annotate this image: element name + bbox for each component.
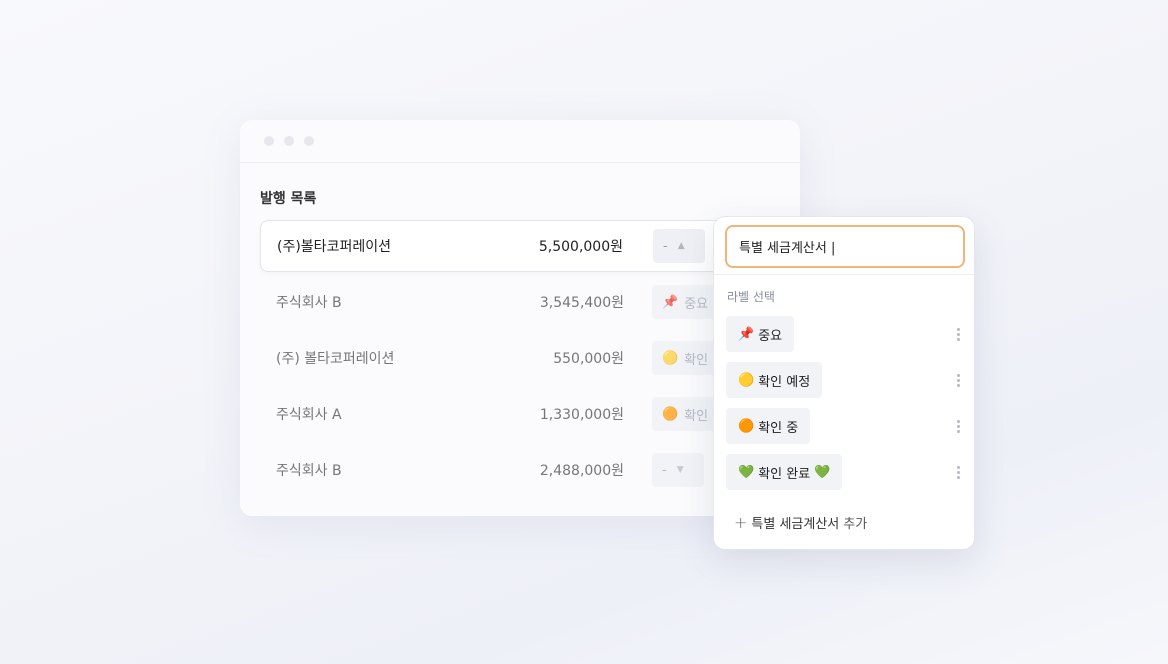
- label-chip-important[interactable]: 📌 중요: [726, 316, 795, 352]
- table-row[interactable]: 주식회사 B 2,488,000원 - ▼: [260, 444, 780, 496]
- table-row[interactable]: 주식회사 A 1,330,000원 🟠 확인 중: [260, 388, 780, 440]
- yellow-circle-icon: 🟡: [662, 350, 679, 366]
- label-chip-scheduled[interactable]: 🟡 확인 예정: [726, 362, 823, 398]
- window-dot-icon: [264, 136, 274, 146]
- company-name: 주식회사 B: [276, 463, 342, 479]
- table-row[interactable]: (주)볼타코퍼레이션 5,500,000원 - ▲: [260, 220, 780, 272]
- label-search-input[interactable]: [725, 225, 965, 268]
- label-option[interactable]: 🟡 확인 예정: [726, 362, 966, 398]
- orange-circle-icon: 🟠: [738, 418, 755, 434]
- label-option[interactable]: 💚 확인 완료 💚: [726, 454, 966, 490]
- label-option-text: 확인 중: [758, 420, 799, 436]
- label-text: -: [662, 462, 667, 478]
- label-select[interactable]: - ▲: [653, 229, 705, 263]
- green-heart-icon: 💚: [814, 464, 831, 480]
- window-titlebar: [240, 120, 800, 163]
- company-name: 주식회사 A: [276, 407, 342, 423]
- label-option[interactable]: 🟠 확인 중: [726, 408, 966, 444]
- add-label-text: 특별 세금계산서: [751, 517, 840, 532]
- label-text: 중요: [684, 296, 709, 312]
- label-option-text: 확인 완료: [758, 466, 811, 482]
- company-name: 주식회사 B: [276, 295, 342, 311]
- green-heart-icon: 💚: [738, 464, 755, 480]
- label-heading: 라벨 선택: [727, 290, 775, 304]
- pin-icon: 📌: [662, 294, 679, 310]
- orange-circle-icon: 🟠: [662, 406, 679, 422]
- label-select[interactable]: - ▼: [652, 453, 704, 487]
- pin-icon: 📌: [738, 326, 755, 342]
- amount: 2,488,000원: [539, 463, 624, 479]
- more-options-icon[interactable]: [950, 370, 966, 390]
- more-options-icon[interactable]: [950, 416, 966, 436]
- company-name: (주) 볼타코퍼레이션: [276, 351, 395, 367]
- label-select[interactable]: 📌 중요: [652, 285, 719, 319]
- divider: [714, 274, 974, 275]
- add-label-suffix: 추가: [843, 517, 868, 532]
- table-row[interactable]: (주) 볼타코퍼레이션 550,000원 🟡 확인 예정: [260, 332, 780, 384]
- more-options-icon[interactable]: [950, 462, 966, 482]
- more-options-icon[interactable]: [950, 324, 966, 344]
- amount: 1,330,000원: [539, 407, 624, 423]
- window-dot-icon: [284, 136, 294, 146]
- caret-up-icon: ▲: [677, 241, 685, 251]
- list-title: 발행 목록: [260, 191, 317, 207]
- label-chip-done[interactable]: 💚 확인 완료 💚: [726, 454, 843, 490]
- caret-down-icon: ▼: [676, 465, 684, 475]
- window-dot-icon: [304, 136, 314, 146]
- company-name: (주)볼타코퍼레이션: [277, 239, 391, 255]
- label-dropdown: 라벨 선택 📌 중요 🟡 확인 예정 🟠 확인 중 💚 확인 완료 💚 + 특별: [713, 216, 975, 550]
- amount: 3,545,400원: [539, 295, 624, 311]
- table-row[interactable]: 주식회사 B 3,545,400원 📌 중요: [260, 276, 780, 328]
- label-option-text: 중요: [758, 328, 783, 344]
- plus-icon: +: [734, 513, 748, 532]
- yellow-circle-icon: 🟡: [738, 372, 755, 388]
- amount: 5,500,000원: [538, 239, 623, 255]
- label-option[interactable]: 📌 중요: [726, 316, 966, 352]
- label-chip-in-progress[interactable]: 🟠 확인 중: [726, 408, 811, 444]
- label-text: -: [663, 238, 668, 254]
- label-option-text: 확인 예정: [758, 374, 811, 390]
- amount: 550,000원: [553, 351, 624, 367]
- add-label-button[interactable]: + 특별 세금계산서 추가: [734, 513, 867, 532]
